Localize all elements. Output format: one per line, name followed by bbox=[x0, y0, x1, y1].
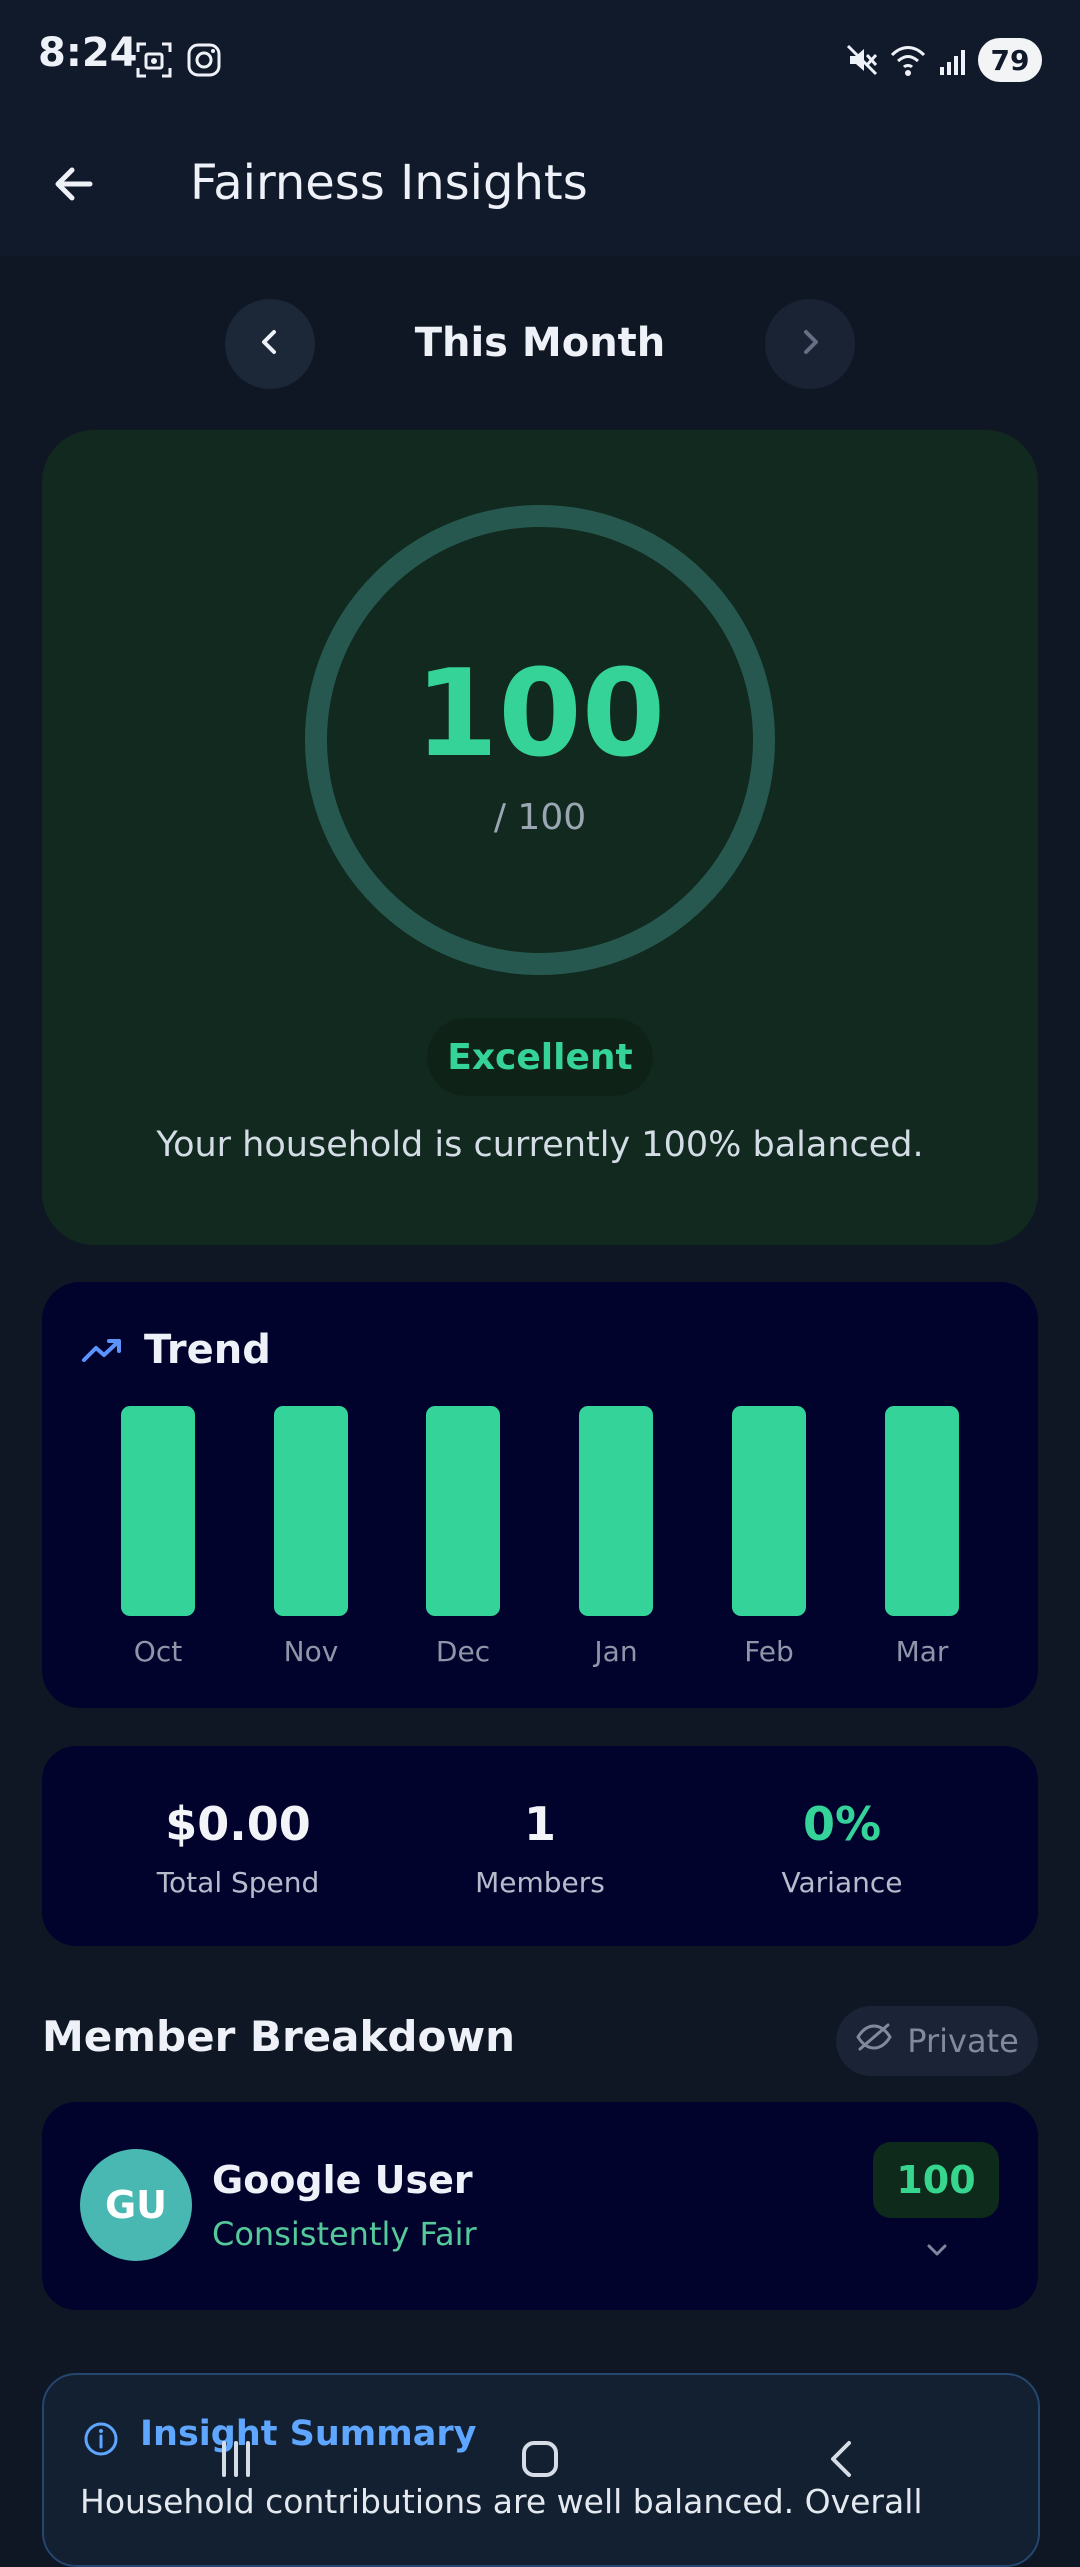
chevron-down-icon[interactable] bbox=[916, 2229, 958, 2271]
trend-label-nov: Nov bbox=[283, 1635, 339, 1668]
member-score-badge: 100 bbox=[873, 2142, 999, 2218]
total-spend-value: $0.00 bbox=[165, 1797, 311, 1851]
member-breakdown-title: Member Breakdown bbox=[42, 2012, 516, 2061]
insight-text: Household contributions are well balance… bbox=[80, 2482, 923, 2521]
trend-bar-dec bbox=[426, 1406, 500, 1616]
variance-value: 0% bbox=[802, 1797, 882, 1851]
privacy-label: Private bbox=[907, 2022, 1019, 2060]
insight-title: Insight Summary bbox=[140, 2414, 477, 2454]
trend-bar-nov bbox=[274, 1406, 348, 1616]
trend-bar-oct bbox=[121, 1406, 195, 1616]
trend-label-jan: Jan bbox=[594, 1635, 638, 1668]
recent-apps-icon[interactable] bbox=[209, 2432, 263, 2486]
signal-icon bbox=[934, 38, 974, 82]
instagram-icon bbox=[182, 38, 226, 82]
trend-label-feb: Feb bbox=[744, 1635, 794, 1668]
trend-bar-mar bbox=[885, 1406, 959, 1616]
trend-bar-jan bbox=[579, 1406, 653, 1616]
eye-off-icon bbox=[855, 2022, 893, 2060]
privacy-toggle-button[interactable]: Private bbox=[836, 2006, 1038, 2076]
balance-description: Your household is currently 100% balance… bbox=[156, 1125, 924, 1165]
member-name: Google User bbox=[212, 2158, 473, 2202]
info-icon bbox=[80, 2418, 122, 2460]
trend-label-oct: Oct bbox=[133, 1635, 183, 1668]
rating-badge: Excellent bbox=[427, 1018, 653, 1096]
trend-label-mar: Mar bbox=[895, 1635, 949, 1668]
battery-indicator: 79 bbox=[978, 38, 1042, 82]
chevron-left-icon bbox=[253, 325, 287, 363]
screenshot-icon bbox=[132, 38, 176, 82]
wifi-icon bbox=[886, 38, 930, 82]
member-status: Consistently Fair bbox=[212, 2215, 477, 2253]
home-icon[interactable] bbox=[513, 2432, 567, 2486]
previous-month-button[interactable] bbox=[225, 299, 315, 389]
total-spend-label: Total Spend bbox=[156, 1866, 320, 1899]
variance-label: Variance bbox=[781, 1866, 903, 1899]
mute-icon bbox=[842, 38, 882, 82]
period-label: This Month bbox=[414, 320, 666, 366]
page-title: Fairness Insights bbox=[190, 155, 588, 211]
next-month-button[interactable] bbox=[765, 299, 855, 389]
members-label: Members bbox=[475, 1866, 605, 1899]
score-max: / 100 bbox=[493, 797, 587, 838]
chevron-right-icon bbox=[793, 325, 827, 363]
member-avatar: GU bbox=[80, 2149, 192, 2261]
score-value: 100 bbox=[414, 645, 666, 784]
trend-label-dec: Dec bbox=[435, 1635, 491, 1668]
trend-bar-feb bbox=[732, 1406, 806, 1616]
status-time: 8:24 bbox=[38, 30, 138, 76]
trend-title: Trend bbox=[144, 1327, 271, 1373]
system-back-icon[interactable] bbox=[815, 2432, 869, 2486]
members-value: 1 bbox=[523, 1797, 556, 1851]
trending-up-icon bbox=[80, 1334, 124, 1368]
arrow-left-icon[interactable] bbox=[42, 152, 106, 216]
